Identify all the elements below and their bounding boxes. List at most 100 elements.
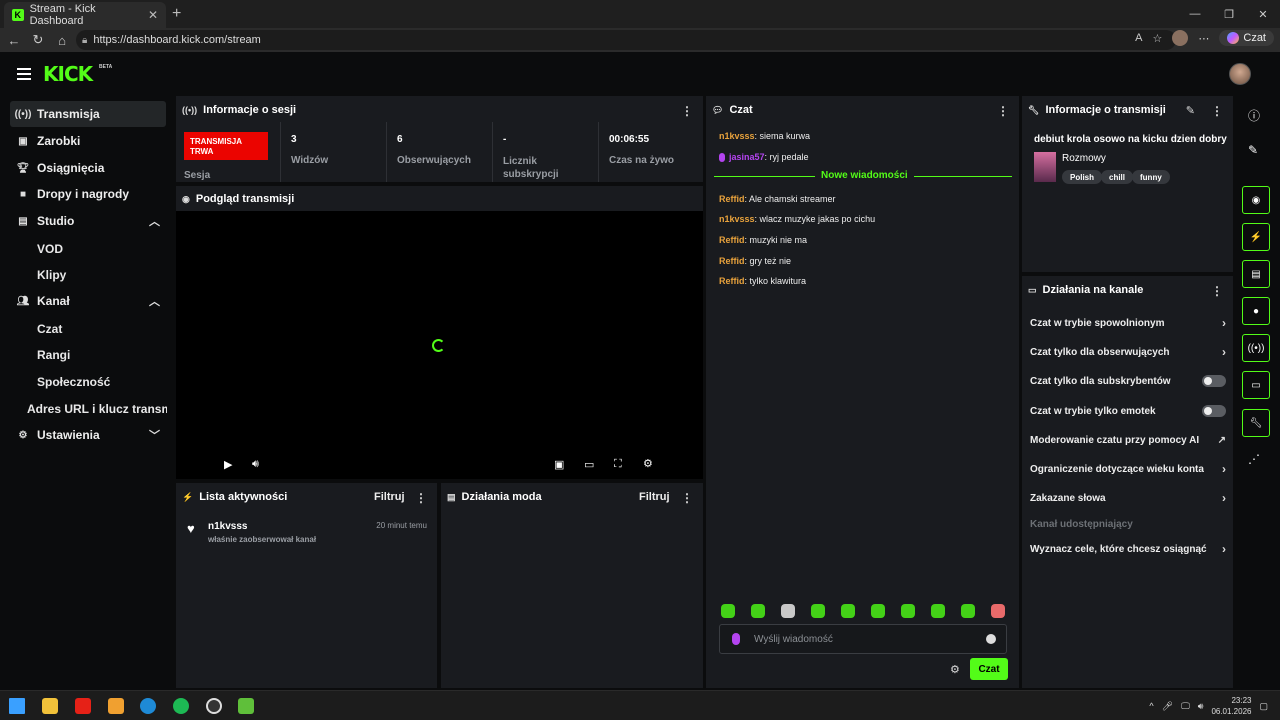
subscribers-only-toggle[interactable]: [1202, 375, 1226, 387]
tray-chevron-icon[interactable]: ^: [1149, 701, 1153, 711]
document-icon[interactable]: ▤: [1242, 260, 1270, 288]
chat-username[interactable]: Reffid: [719, 194, 745, 204]
more-icon[interactable]: ⋯: [1198, 32, 1209, 45]
kebab-menu-icon[interactable]: ⋮: [415, 491, 427, 505]
kebab-menu-icon[interactable]: ⋮: [997, 104, 1009, 118]
lightning-icon[interactable]: ⚡: [1242, 223, 1270, 251]
picture-in-picture-icon[interactable]: ▣: [554, 458, 564, 471]
emote-icon[interactable]: [961, 604, 975, 618]
chat-username[interactable]: n1kvsss: [719, 214, 755, 224]
kebab-menu-icon[interactable]: ⋮: [681, 491, 693, 505]
user-avatar[interactable]: [1229, 63, 1251, 85]
sidebar-item-kanal[interactable]: 👥︎ Kanał ︿: [10, 288, 166, 314]
emote-icon[interactable]: [781, 604, 795, 618]
profile-avatar[interactable]: [1172, 30, 1189, 46]
sidebar-item-osiagniecia[interactable]: 🏆︎ Osiągnięcia: [10, 155, 166, 181]
settings-gear-icon[interactable]: ⚙: [643, 457, 653, 470]
windows-start-icon[interactable]: [9, 698, 25, 714]
action-banned-words[interactable]: Zakazane słowa ›: [1030, 489, 1226, 507]
url-input[interactable]: 🔒︎ https://dashboard.kick.com/stream: [76, 30, 1176, 50]
speaker-icon[interactable]: 🔊︎: [1198, 701, 1204, 712]
new-messages-label[interactable]: Nowe wiadomości: [815, 170, 914, 181]
sidebar-item-studio[interactable]: ▤ Studio ︿: [10, 208, 166, 234]
kick-logo[interactable]: KICK: [43, 62, 93, 86]
refresh-icon[interactable]: ↻: [26, 28, 50, 52]
sidebar-subitem-vod[interactable]: VOD: [37, 242, 63, 256]
emote-only-toggle[interactable]: [1202, 405, 1226, 417]
edge-icon[interactable]: [140, 698, 156, 714]
home-icon[interactable]: ⌂: [50, 28, 74, 52]
volume-icon[interactable]: 🔊︎: [252, 458, 259, 471]
share-icon[interactable]: ⋰: [1248, 452, 1260, 466]
emote-icon[interactable]: [751, 604, 765, 618]
emote-icon[interactable]: [991, 604, 1005, 618]
notifications-icon[interactable]: ▢: [1259, 701, 1268, 712]
play-icon[interactable]: ▶: [224, 458, 232, 471]
favorite-star-icon[interactable]: ☆: [1153, 32, 1163, 45]
edit-pencil-icon[interactable]: ✎: [1186, 104, 1195, 117]
maximize-icon[interactable]: ❐: [1212, 0, 1246, 28]
kebab-menu-icon[interactable]: ⋮: [1211, 284, 1223, 298]
emote-icon[interactable]: [871, 604, 885, 618]
sidebar-item-ustawienia[interactable]: ⚙ Ustawienia ﹀: [10, 422, 166, 448]
sidebar-subitem-rangi[interactable]: Rangi: [37, 348, 70, 362]
read-aloud-icon[interactable]: A: [1135, 32, 1142, 44]
chat-bubble-icon[interactable]: ●: [1242, 297, 1270, 325]
kebab-menu-icon[interactable]: ⋮: [681, 104, 693, 118]
chat-username[interactable]: Reffid: [719, 256, 745, 266]
action-account-age[interactable]: Ograniczenie dotyczące wieku konta ›: [1030, 460, 1226, 478]
action-set-goals[interactable]: Wyznacz cele, które chcesz osiągnąć ›: [1030, 540, 1226, 558]
menu-icon[interactable]: [17, 68, 31, 80]
chat-settings-icon[interactable]: ▭: [1242, 371, 1270, 399]
new-tab-icon[interactable]: +: [172, 5, 181, 23]
filter-button[interactable]: Filtruj: [639, 491, 670, 503]
chat-username[interactable]: Reffid: [719, 235, 745, 245]
stream-category[interactable]: Rozmowy: [1062, 153, 1106, 164]
chat-username[interactable]: jasina57: [729, 152, 765, 162]
chat-username[interactable]: Reffid: [719, 276, 745, 286]
spotify-icon[interactable]: [173, 698, 189, 714]
clock[interactable]: 23:23 06.01.2026: [1211, 695, 1251, 717]
emote-icon[interactable]: [721, 604, 735, 618]
wrench-icon[interactable]: 🔧︎: [1242, 409, 1270, 437]
minimize-icon[interactable]: —: [1178, 0, 1212, 28]
fullscreen-icon[interactable]: ⛶: [614, 458, 622, 471]
action-followers-only[interactable]: Czat tylko dla obserwujących ›: [1030, 343, 1226, 361]
sidebar-item-zarobki[interactable]: ▣ Zarobki: [10, 128, 166, 154]
chat-message-input[interactable]: Wyślij wiadomość: [719, 624, 1007, 654]
send-chat-button[interactable]: Czat: [970, 658, 1008, 680]
close-tab-icon[interactable]: ✕: [148, 8, 158, 22]
kebab-menu-icon[interactable]: ⋮: [1211, 104, 1223, 118]
obs-icon[interactable]: [206, 698, 222, 714]
file-explorer-icon[interactable]: [42, 698, 58, 714]
emote-icon[interactable]: [811, 604, 825, 618]
sidebar-subitem-klipy[interactable]: Klipy: [37, 268, 66, 282]
chat-username[interactable]: n1kvsss: [719, 131, 755, 141]
action-ai-moderation[interactable]: Moderowanie czatu przy pomocy AI ↗: [1030, 431, 1226, 449]
emoji-icon[interactable]: [986, 634, 996, 644]
chat-settings-gear-icon[interactable]: ⚙: [950, 663, 960, 676]
browser-tab[interactable]: K Stream - Kick Dashboard ✕: [4, 2, 166, 28]
sidebar-subitem-stream-key[interactable]: Adres URL i klucz transmisji: [27, 402, 167, 416]
sidebar-subitem-spolecznosc[interactable]: Społeczność: [37, 375, 110, 389]
youtube-icon[interactable]: [75, 698, 91, 714]
back-icon[interactable]: ←: [2, 28, 26, 52]
sidebar-subitem-czat[interactable]: Czat: [37, 322, 62, 336]
stream-preview-video[interactable]: ▶ 🔊︎ ▣ ▭ ⛶ ⚙: [176, 211, 703, 479]
camera-icon[interactable]: ◉: [1242, 186, 1270, 214]
minecraft-icon[interactable]: [238, 698, 254, 714]
mic-tray-icon[interactable]: 🎤︎: [1162, 701, 1173, 712]
activity-user[interactable]: n1kvsss: [208, 521, 247, 532]
emote-icon[interactable]: [901, 604, 915, 618]
category-thumbnail[interactable]: [1034, 152, 1056, 182]
sidebar-item-transmisja[interactable]: ((•)) Transmisja: [10, 101, 166, 127]
network-icon[interactable]: 🖵︎: [1181, 701, 1190, 712]
info-icon[interactable]: ⓘ: [1248, 107, 1260, 124]
emote-icon[interactable]: [931, 604, 945, 618]
broadcast-icon[interactable]: ((•)): [1242, 334, 1270, 362]
filter-button[interactable]: Filtruj: [374, 491, 405, 503]
close-window-icon[interactable]: ✕: [1246, 0, 1280, 28]
copilot-button[interactable]: Czat: [1219, 30, 1274, 46]
edit-pencil-icon[interactable]: ✎: [1248, 143, 1258, 157]
sidebar-item-dropy[interactable]: ■ Dropy i nagrody: [10, 181, 166, 207]
